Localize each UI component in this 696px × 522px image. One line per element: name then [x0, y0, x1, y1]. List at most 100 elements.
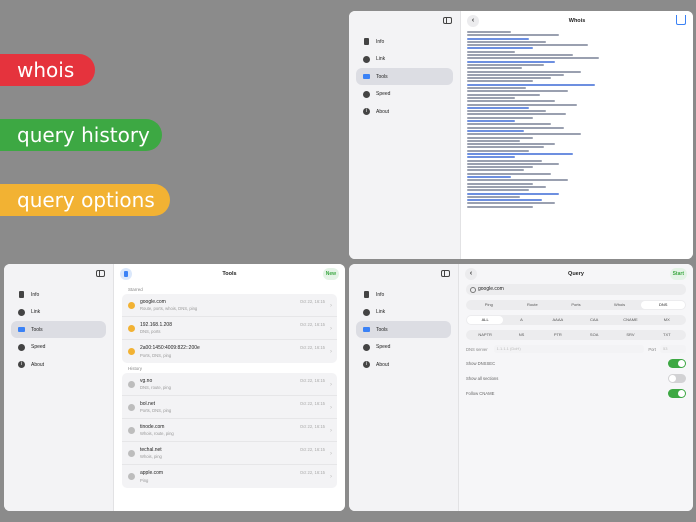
history-list: vg.no DNS, route, ping Oct 22, 16:15 › bol.… — [122, 373, 337, 488]
segment-ports[interactable]: Ports — [554, 301, 598, 309]
sidebar-item-tools[interactable]: Tools — [356, 68, 453, 85]
item-date: Oct 22, 16:15 — [299, 401, 325, 406]
list-item[interactable]: vg.no DNS, route, ping Oct 22, 16:15 › — [122, 373, 337, 396]
port-input[interactable]: 53 — [660, 345, 686, 353]
record-type-aaaa[interactable]: AAAA — [540, 316, 576, 324]
sidebar-item-info[interactable]: Info — [11, 286, 106, 303]
item-date: Oct 22, 16:15 — [299, 470, 325, 475]
back-button[interactable]: ‹ — [465, 268, 477, 280]
record-type-txt[interactable]: TXT — [649, 331, 685, 339]
sidebar: Info Link Tools Speed i About — [4, 264, 114, 511]
record-type-naptr[interactable]: NAPTR — [467, 331, 503, 339]
record-type-mx[interactable]: MX — [649, 316, 685, 324]
sidebar-item-about[interactable]: i About — [356, 356, 451, 373]
whois-text-line — [467, 90, 569, 93]
whois-text-line — [467, 199, 542, 202]
segment-whois[interactable]: Whois — [598, 301, 642, 309]
whois-text-line — [467, 103, 577, 106]
query-options-tag: query options — [0, 184, 170, 216]
record-type-caa[interactable]: CAA — [576, 316, 612, 324]
segment-dns[interactable]: DNS — [641, 301, 685, 309]
sidebar-toggle-icon[interactable] — [443, 17, 452, 24]
trash-icon[interactable] — [120, 268, 132, 280]
whois-text-line — [467, 123, 551, 126]
sidebar-toggle-icon[interactable] — [96, 270, 105, 277]
briefcase-icon — [363, 326, 370, 333]
whois-text-line — [467, 185, 547, 188]
whois-text-line — [467, 44, 588, 47]
clock-icon — [128, 403, 135, 411]
item-subtitle: DNS, route, ping — [140, 385, 171, 391]
clock-icon — [128, 473, 135, 480]
sidebar-item-speed[interactable]: Speed — [356, 339, 451, 356]
new-button[interactable]: New — [322, 268, 339, 280]
record-type-cname[interactable]: CNAME — [612, 316, 648, 324]
sidebar-item-speed[interactable]: Speed — [11, 339, 106, 356]
whois-text-line — [467, 146, 544, 149]
whois-text-line — [467, 129, 525, 132]
doc-icon — [18, 291, 25, 298]
chevron-right-icon: › — [330, 303, 332, 309]
list-item[interactable]: 192.168.1.208 DNS, ports Oct 22, 16:15 › — [122, 317, 337, 340]
whois-text-line — [467, 106, 529, 109]
record-type-soa[interactable]: SOA — [576, 331, 612, 339]
record-type-all[interactable]: ALL — [467, 316, 504, 324]
chevron-right-icon: › — [330, 326, 332, 332]
star-icon — [128, 324, 135, 332]
info-icon: i — [363, 108, 370, 115]
whois-main: ‹ Whois — [461, 11, 693, 259]
query-history-tag: query history — [0, 119, 162, 151]
whois-text-line — [467, 176, 511, 179]
sidebar-item-link[interactable]: Link — [356, 304, 451, 321]
record-type-srv[interactable]: SRV — [612, 331, 648, 339]
whois-text-line — [467, 136, 533, 139]
sidebar-item-link[interactable]: Link — [356, 51, 453, 68]
segment-route[interactable]: Route — [511, 301, 555, 309]
sidebar-item-tools[interactable]: Tools — [11, 321, 106, 338]
sidebar-item-speed[interactable]: Speed — [356, 86, 453, 103]
list-item[interactable]: tinode.com Whois, route, ping Oct 22, 16:1… — [122, 419, 337, 442]
sidebar-item-info[interactable]: Info — [356, 33, 453, 50]
record-type-a[interactable]: A — [503, 316, 539, 324]
dns-server-input[interactable]: 1.1.1.1 (DoH) — [493, 345, 645, 353]
dnssec-toggle[interactable] — [668, 358, 686, 368]
whois-window: Info Link Tools Speed i About ‹ Whois — [349, 11, 693, 259]
list-item[interactable]: techal.net Whois, ping Oct 22, 16:15 › — [122, 442, 337, 465]
list-item[interactable]: google.com Route, ports, whois, DNS, ping… — [122, 294, 337, 317]
whois-text-line — [467, 205, 533, 208]
sidebar-item-label: Link — [376, 56, 386, 62]
record-type-ptr[interactable]: PTR — [540, 331, 576, 339]
tool-segmented-control: Ping Route Ports Whois DNS — [466, 300, 686, 310]
sidebar-item-about[interactable]: i About — [11, 356, 106, 373]
whois-text-line — [467, 149, 529, 152]
record-type-ns[interactable]: NS — [503, 331, 539, 339]
chevron-right-icon: › — [330, 451, 332, 457]
whois-text-line — [467, 152, 573, 155]
whois-text-line — [467, 40, 547, 43]
sidebar-item-label: Info — [376, 38, 385, 45]
sidebar-item-link[interactable]: Link — [11, 304, 106, 321]
whois-text-line — [467, 120, 516, 123]
sidebar-item-info[interactable]: Info — [356, 286, 451, 303]
sidebar-item-tools[interactable]: Tools — [356, 321, 451, 338]
chevron-right-icon: › — [330, 382, 332, 388]
share-icon[interactable] — [676, 15, 686, 25]
sidebar-toggle-icon[interactable] — [441, 270, 450, 277]
globe-icon — [363, 308, 370, 316]
list-item[interactable]: 2a00:1450:4009:822::200e Ports, DNS, ping… — [122, 340, 337, 363]
list-item[interactable]: bol.net Ports, DNS, ping Oct 22, 16:15 › — [122, 396, 337, 419]
item-subtitle: Ping — [140, 477, 149, 483]
back-button[interactable]: ‹ — [467, 15, 479, 27]
segment-ping[interactable]: Ping — [467, 301, 511, 309]
all-sections-toggle[interactable] — [668, 373, 686, 383]
whois-text-line — [467, 37, 529, 40]
sidebar-item-label: Info — [376, 291, 385, 298]
query-input[interactable]: google.com — [466, 284, 686, 295]
item-date: Oct 22, 16:15 — [299, 447, 325, 452]
sidebar-item-label: Tools — [31, 326, 43, 333]
start-button[interactable]: Start — [669, 268, 687, 280]
follow-cname-toggle[interactable] — [668, 388, 686, 398]
whois-text-line — [467, 179, 569, 182]
list-item[interactable]: apple.com Ping Oct 22, 16:15 › — [122, 465, 337, 488]
sidebar-item-about[interactable]: i About — [356, 103, 453, 120]
